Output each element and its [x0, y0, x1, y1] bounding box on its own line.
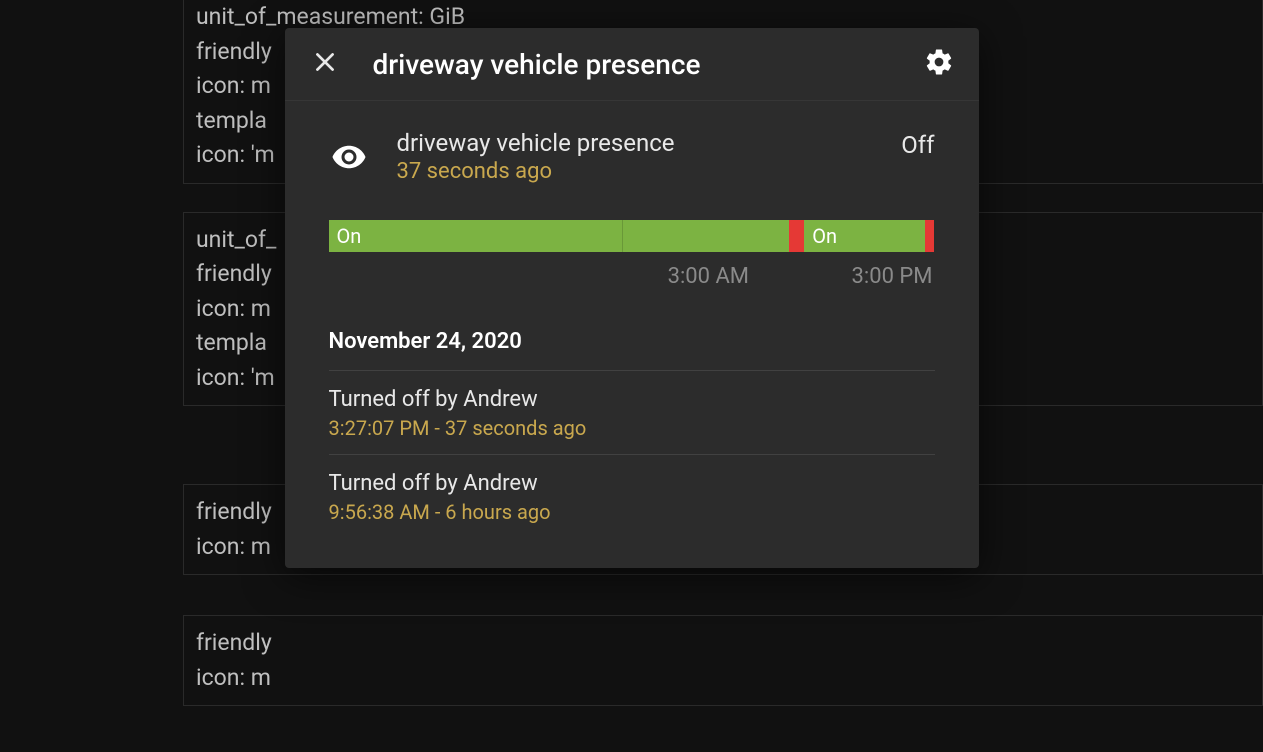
timeline-tick-labels: . 3:00 AM 3:00 PM: [329, 264, 935, 289]
timeline-segment-on: On: [804, 220, 925, 252]
entity-state-row: driveway vehicle presence 37 seconds ago…: [329, 129, 935, 184]
gear-icon: [924, 47, 954, 81]
close-icon: [312, 49, 338, 79]
history-date-header: November 24, 2020: [329, 329, 935, 371]
history-item-time: 3:27:07 PM - 37 seconds ago: [329, 416, 935, 440]
entity-state: Off: [901, 131, 934, 159]
settings-button[interactable]: [919, 44, 959, 84]
entity-name: driveway vehicle presence: [397, 129, 874, 157]
history-item[interactable]: Turned off by Andrew 3:27:07 PM - 37 sec…: [329, 371, 935, 455]
timeline-segment-on: On: [329, 220, 623, 252]
history-log: November 24, 2020 Turned off by Andrew 3…: [329, 329, 935, 538]
history-item-title: Turned off by Andrew: [329, 471, 935, 496]
close-button[interactable]: [305, 44, 345, 84]
dialog-body: driveway vehicle presence 37 seconds ago…: [285, 101, 979, 568]
history-item-title: Turned off by Andrew: [329, 387, 935, 412]
history-item[interactable]: Turned off by Andrew 9:56:38 AM - 6 hour…: [329, 455, 935, 538]
entity-dialog: driveway vehicle presence driveway vehic…: [285, 28, 979, 568]
timeline-tick: 3:00 AM: [668, 264, 749, 289]
eye-icon: [329, 137, 369, 177]
timeline-segment-off: [925, 220, 934, 252]
timeline-segment-on: [622, 220, 789, 252]
timeline-tick: 3:00 PM: [852, 264, 933, 289]
dialog-header: driveway vehicle presence: [285, 28, 979, 101]
dialog-title: driveway vehicle presence: [373, 48, 891, 81]
timeline-segment-off: [789, 220, 804, 252]
history-timeline[interactable]: On On: [329, 220, 935, 252]
entity-info: driveway vehicle presence 37 seconds ago: [397, 129, 874, 184]
history-item-time: 9:56:38 AM - 6 hours ago: [329, 500, 935, 524]
entity-last-changed: 37 seconds ago: [397, 159, 874, 184]
dialog-overlay: driveway vehicle presence driveway vehic…: [0, 0, 1263, 752]
